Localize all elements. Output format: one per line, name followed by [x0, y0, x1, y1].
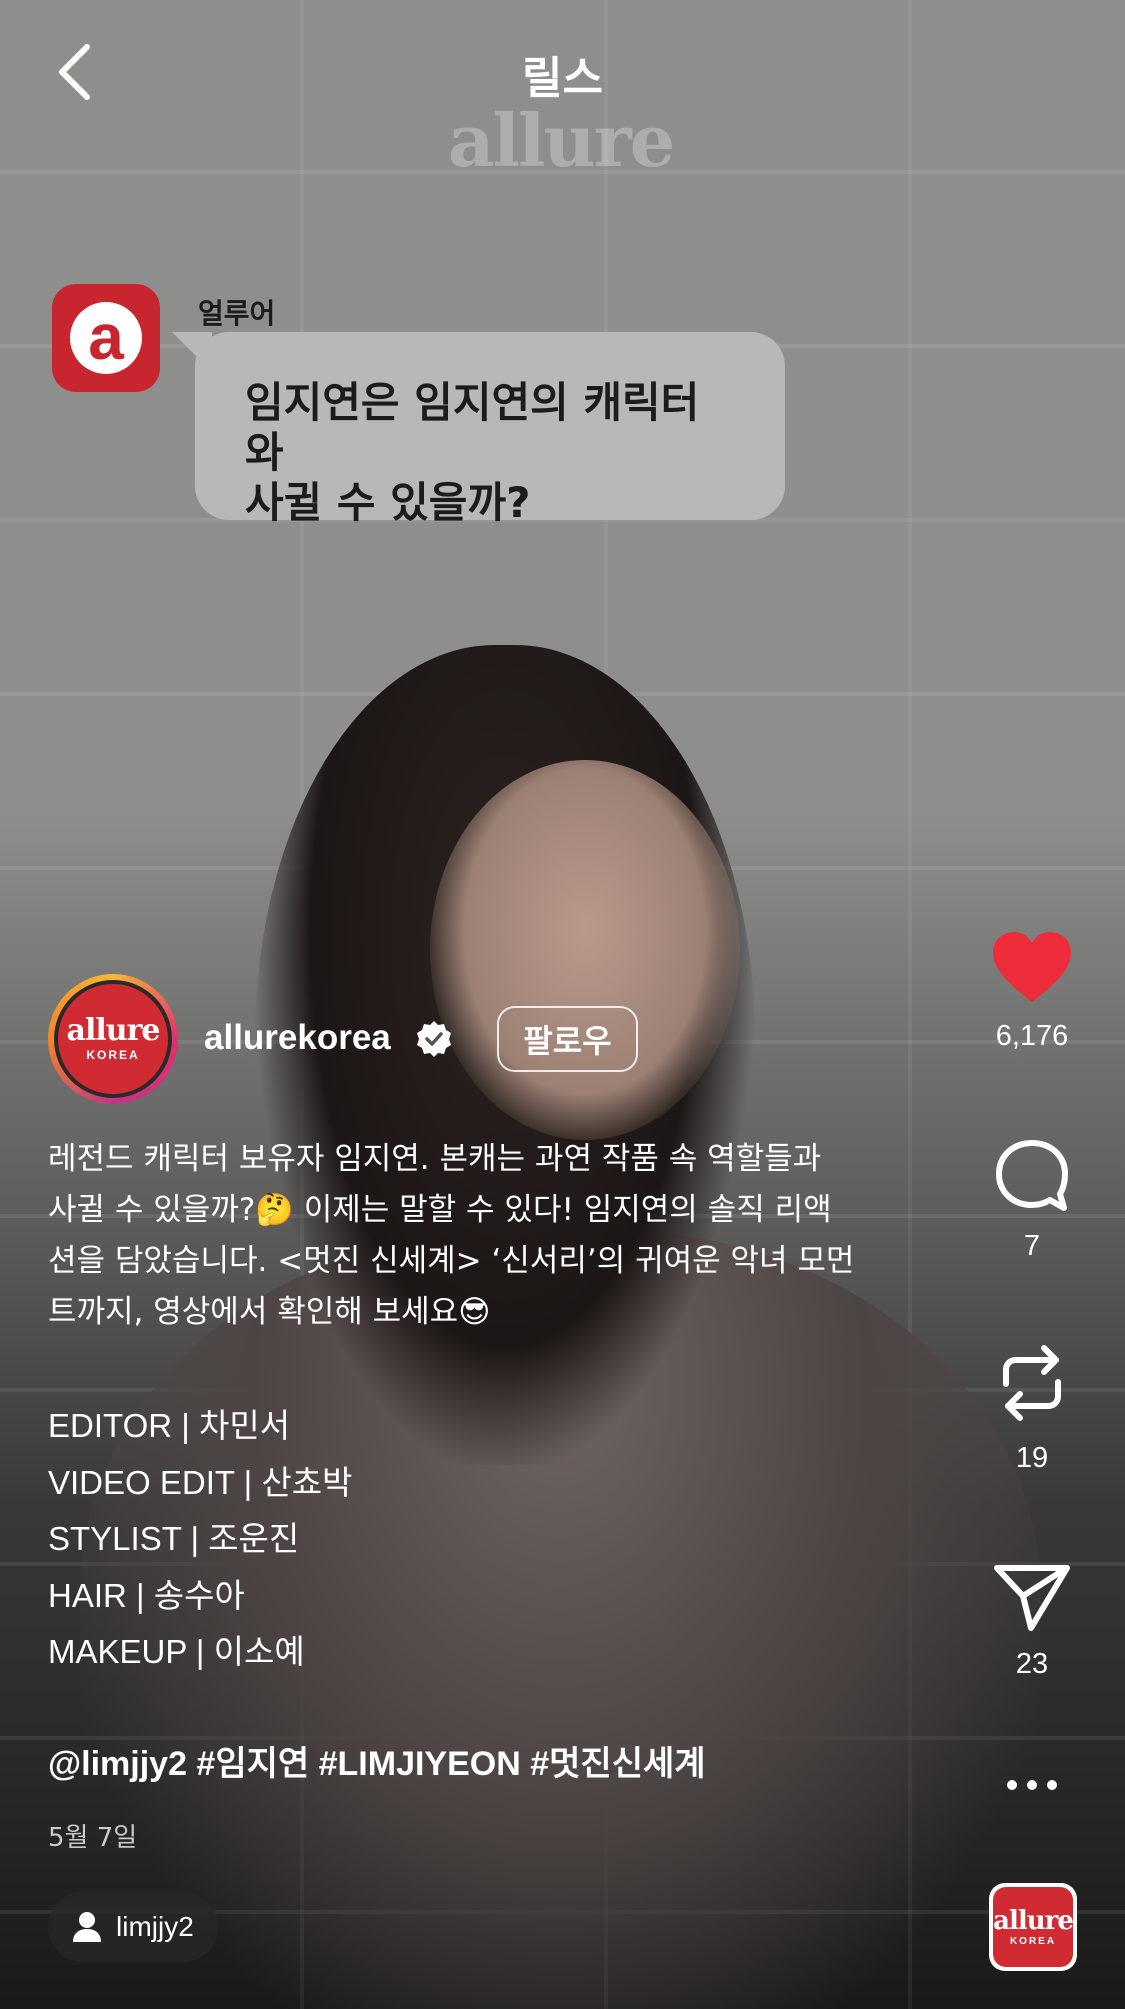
credit-editor: EDITOR | 차민서	[48, 1407, 291, 1444]
caption-line-2: 사귈 수 있을까?🤔 이제는 말할 수 있다! 임지연의 솔직 리액	[48, 1185, 928, 1236]
share-action: 23	[980, 1562, 1084, 1681]
reel-caption[interactable]: 레전드 캐릭터 보유자 임지연. 본캐는 과연 작품 속 역할들과 사귈 수 있…	[48, 1134, 928, 1338]
heart-icon[interactable]	[991, 930, 1073, 1004]
author-avatar[interactable]: allure KOREA	[48, 974, 178, 1104]
allure-korea-logo: allure KOREA	[993, 1887, 1074, 1967]
bubble-sender-name: 얼루어	[198, 297, 276, 330]
comment-count: 7	[1023, 1230, 1041, 1262]
bubble-line-2: 사귈 수 있을까?	[245, 478, 531, 527]
post-date: 5월 7일	[48, 1823, 138, 1853]
person-icon	[73, 1912, 101, 1942]
caption-line-4: 트까지, 영상에서 확인해 보세요😎	[48, 1287, 928, 1338]
repost-count: 19	[1015, 1442, 1049, 1474]
like-count: 6,176	[995, 1020, 1069, 1052]
tagged-user-name: limjjy2	[116, 1911, 194, 1942]
video-person-face	[430, 760, 740, 1140]
credits-list: EDITOR | 차민서 VIDEO EDIT | 산쵸박 STYLIST | …	[48, 1398, 352, 1681]
page-title: 릴스	[522, 53, 603, 104]
more-dots-icon	[1007, 1780, 1057, 1790]
allure-korea-logo: allure KOREA	[58, 984, 168, 1094]
hashtags-mentions[interactable]: @limjjy2 #임지연 #LIMJIYEON #멋진신세계	[48, 1736, 706, 1785]
credit-hair: HAIR | 송수아	[48, 1576, 245, 1614]
bubble-sender-avatar: a	[52, 284, 160, 392]
sunglasses-face-emoji: 😎	[458, 1294, 491, 1330]
tagged-user-chip[interactable]: limjjy2	[48, 1892, 218, 1962]
caption-line-3: 션을 담았습니다. <멋진 신세계> ‘신서리’의 귀여운 악녀 모먼	[48, 1243, 855, 1279]
video-chat-bubble: 임지연은 임지연의 캐릭터와 사귈 수 있을까?	[195, 332, 785, 527]
audio-thumbnail[interactable]: allure KOREA	[989, 1883, 1077, 1971]
bubble-line-1: 임지연은 임지연의 캐릭터와	[245, 378, 700, 477]
video-watermark: allure	[448, 98, 675, 183]
more-options-button[interactable]	[980, 1778, 1084, 1792]
thinking-face-emoji: 🤔	[255, 1192, 294, 1228]
comment-bubble-icon[interactable]	[994, 1138, 1070, 1214]
repost-action: 19	[980, 1340, 1084, 1475]
credit-stylist: STYLIST | 조운진	[48, 1520, 300, 1557]
share-count: 23	[1015, 1648, 1049, 1680]
verified-badge-icon	[417, 1021, 451, 1057]
comment-action: 7	[980, 1138, 1084, 1263]
reel-video[interactable]	[0, 0, 1125, 2009]
repost-icon[interactable]	[996, 1340, 1068, 1426]
like-action: 6,176	[980, 930, 1084, 1053]
credit-makeup: MAKEUP | 이소예	[48, 1633, 305, 1670]
allure-a-icon: a	[70, 302, 142, 374]
author-username[interactable]: allurekorea	[204, 1018, 391, 1058]
caption-line-1: 레전드 캐릭터 보유자 임지연. 본캐는 과연 작품 속 역할들과	[48, 1141, 822, 1177]
follow-button[interactable]: 팔로우	[497, 1006, 638, 1072]
credit-video-edit: VIDEO EDIT | 산쵸박	[48, 1463, 353, 1501]
send-icon[interactable]	[993, 1562, 1071, 1632]
